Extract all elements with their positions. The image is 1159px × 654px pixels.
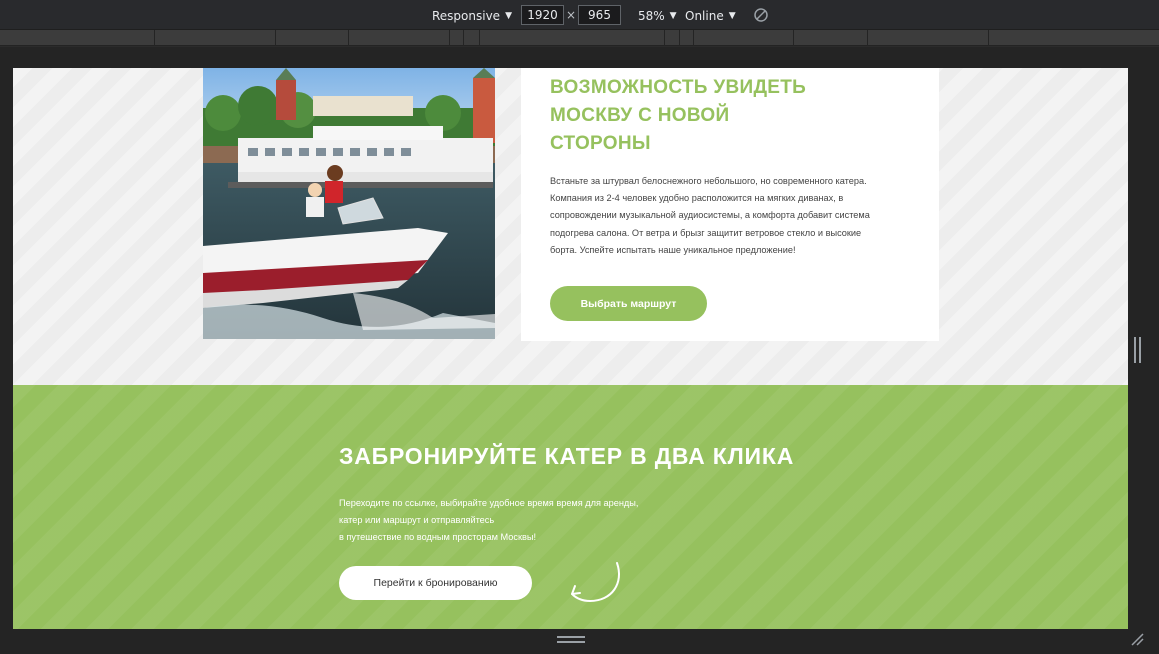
booking-line: в путешествие по водным просторам Москвы… — [339, 532, 537, 542]
device-mode-dropdown[interactable]: Responsive ▼ — [432, 7, 512, 24]
chevron-down-icon: ▼ — [728, 10, 736, 21]
media-query-marker[interactable] — [867, 30, 868, 46]
media-query-marker[interactable] — [348, 30, 349, 46]
chevron-down-icon: ▼ — [505, 10, 512, 21]
media-query-marker[interactable] — [793, 30, 794, 46]
media-query-marker[interactable] — [154, 30, 155, 46]
dimension-separator: × — [566, 8, 577, 22]
booking-description: Переходите по ссылке, выбирайте удобное … — [339, 495, 679, 546]
booking-line: катер или маршрут и отправляйтесь — [339, 515, 495, 525]
media-query-bar[interactable] — [0, 30, 1159, 46]
page-viewport: ВОЗМОЖНОСТЬ УВИДЕТЬ МОСКВУ С НОВОЙ СТОРО… — [13, 68, 1128, 629]
media-query-marker[interactable] — [693, 30, 694, 46]
bottom-resize-handle[interactable] — [557, 636, 585, 644]
media-query-marker[interactable] — [275, 30, 276, 46]
feature-card: ВОЗМОЖНОСТЬ УВИДЕТЬ МОСКВУ С НОВОЙ СТОРО… — [521, 68, 939, 341]
choose-route-button[interactable]: Выбрать маршрут — [550, 286, 707, 321]
boat-photo — [203, 68, 495, 339]
viewport-height-input[interactable]: 965 — [578, 5, 621, 25]
media-query-marker[interactable] — [679, 30, 680, 46]
corner-resize-handle[interactable] — [1130, 632, 1144, 646]
media-query-marker[interactable] — [664, 30, 665, 46]
right-resize-handle[interactable] — [1134, 337, 1142, 363]
viewport-width-input[interactable]: 1920 — [521, 5, 564, 25]
curved-arrow-icon — [571, 562, 620, 603]
devtools-device-toolbar: Responsive ▼ 1920 × 965 58% ▼ Online ▼ — [0, 0, 1159, 30]
booking-section: ЗАБРОНИРУЙТЕ КАТЕР В ДВА КЛИКА Переходит… — [13, 385, 1128, 629]
zoom-label: 58% — [638, 8, 665, 23]
media-query-marker[interactable] — [449, 30, 450, 46]
booking-line: Переходите по ссылке, выбирайте удобное … — [339, 498, 639, 508]
network-label: Online — [685, 8, 724, 23]
chevron-down-icon: ▼ — [669, 10, 677, 21]
network-throttle-dropdown[interactable]: Online ▼ — [685, 7, 736, 24]
go-to-booking-button[interactable]: Перейти к бронированию — [339, 566, 532, 600]
booking-title: ЗАБРОНИРУЙТЕ КАТЕР В ДВА КЛИКА — [339, 443, 795, 469]
feature-title: ВОЗМОЖНОСТЬ УВИДЕТЬ МОСКВУ С НОВОЙ СТОРО… — [550, 77, 807, 154]
device-mode-label: Responsive — [432, 8, 501, 23]
media-query-marker[interactable] — [463, 30, 464, 46]
media-query-marker[interactable] — [479, 30, 480, 46]
rotate-icon[interactable] — [753, 7, 769, 23]
feature-description: Встаньте за штурвал белоснежного небольш… — [550, 176, 870, 255]
media-query-marker[interactable] — [988, 30, 989, 46]
zoom-dropdown[interactable]: 58% ▼ — [638, 7, 677, 24]
